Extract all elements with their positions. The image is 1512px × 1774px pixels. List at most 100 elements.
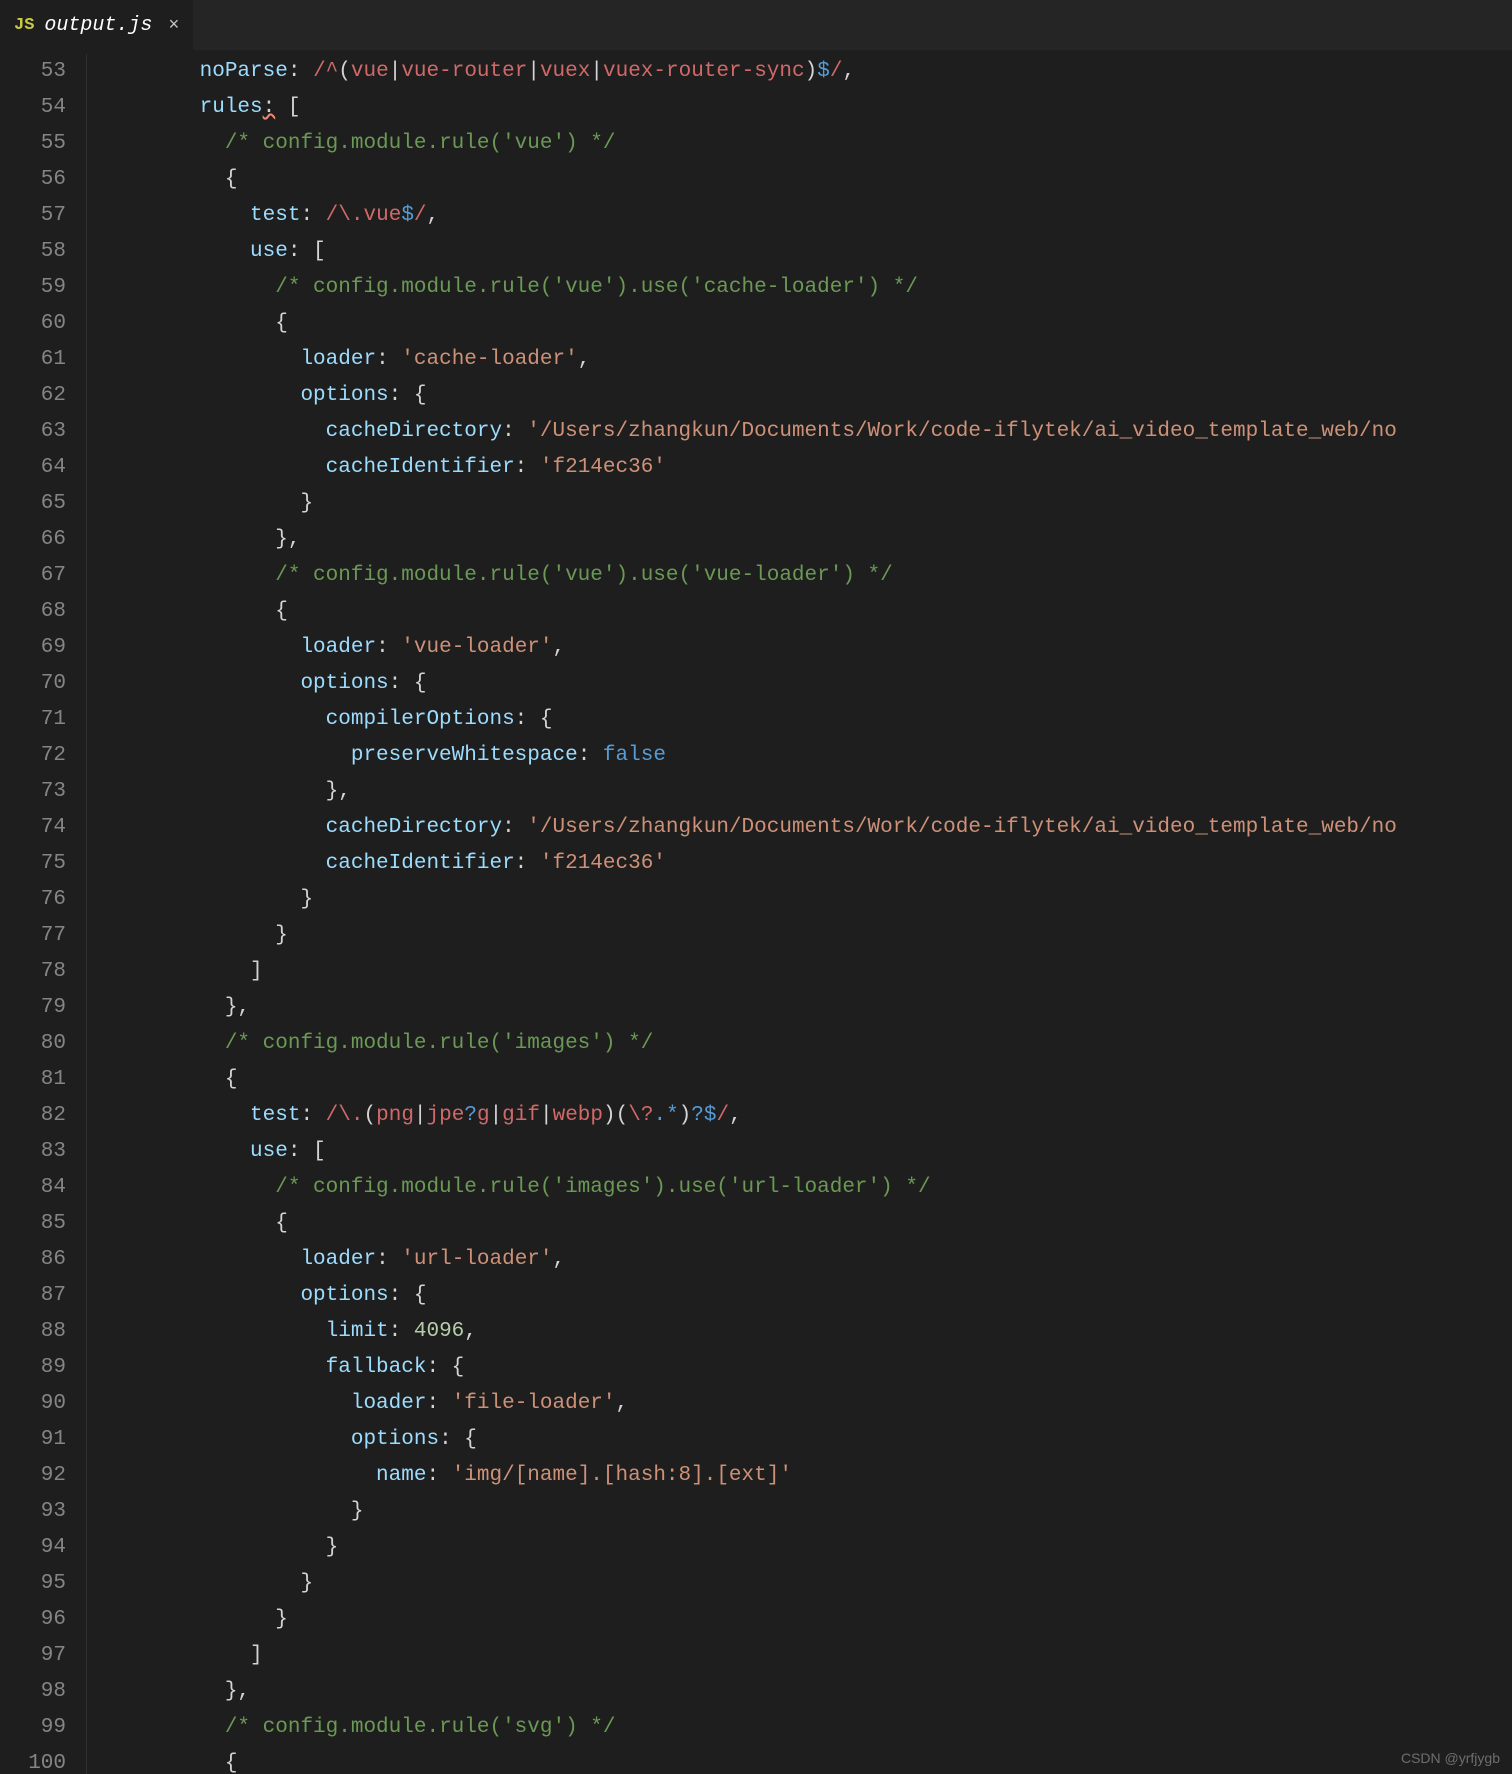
close-icon[interactable]: × xyxy=(168,16,179,36)
editor-tab[interactable]: JS output.js × xyxy=(0,0,193,50)
fold-column xyxy=(86,50,124,1774)
code-line[interactable]: loader: 'vue-loader', xyxy=(124,630,1512,666)
code-line[interactable]: /* config.module.rule('vue') */ xyxy=(124,126,1512,162)
line-number: 98 xyxy=(0,1674,66,1710)
line-number: 75 xyxy=(0,846,66,882)
code-line[interactable]: } xyxy=(124,486,1512,522)
code-line[interactable]: fallback: { xyxy=(124,1350,1512,1386)
line-number: 80 xyxy=(0,1026,66,1062)
code-line[interactable]: } xyxy=(124,1530,1512,1566)
line-number: 90 xyxy=(0,1386,66,1422)
code-line[interactable]: /* config.module.rule('images').use('url… xyxy=(124,1170,1512,1206)
line-number: 99 xyxy=(0,1710,66,1746)
line-number: 59 xyxy=(0,270,66,306)
line-number: 83 xyxy=(0,1134,66,1170)
code-line[interactable]: { xyxy=(124,1746,1512,1774)
code-line[interactable]: }, xyxy=(124,522,1512,558)
line-number: 100 xyxy=(0,1746,66,1774)
line-number: 61 xyxy=(0,342,66,378)
code-line[interactable]: ] xyxy=(124,954,1512,990)
code-line[interactable]: options: { xyxy=(124,378,1512,414)
code-line[interactable]: loader: 'cache-loader', xyxy=(124,342,1512,378)
line-number: 94 xyxy=(0,1530,66,1566)
code-line[interactable]: use: [ xyxy=(124,1134,1512,1170)
code-line[interactable]: { xyxy=(124,594,1512,630)
fold-guide xyxy=(86,54,87,1774)
editor-area: 5354555657585960616263646566676869707172… xyxy=(0,50,1512,1774)
tab-filename: output.js xyxy=(44,14,152,37)
line-number: 63 xyxy=(0,414,66,450)
code-line[interactable]: ] xyxy=(124,1638,1512,1674)
code-line[interactable]: }, xyxy=(124,774,1512,810)
code-line[interactable]: { xyxy=(124,306,1512,342)
code-line[interactable]: cacheIdentifier: 'f214ec36' xyxy=(124,846,1512,882)
code-line[interactable]: } xyxy=(124,882,1512,918)
code-line[interactable]: rules: [ xyxy=(124,90,1512,126)
line-number: 86 xyxy=(0,1242,66,1278)
code-line[interactable]: /* config.module.rule('images') */ xyxy=(124,1026,1512,1062)
line-number: 53 xyxy=(0,54,66,90)
line-number: 81 xyxy=(0,1062,66,1098)
line-number: 69 xyxy=(0,630,66,666)
line-number: 62 xyxy=(0,378,66,414)
code-area[interactable]: noParse: /^(vue|vue-router|vuex|vuex-rou… xyxy=(124,50,1512,1774)
line-number: 73 xyxy=(0,774,66,810)
code-line[interactable]: noParse: /^(vue|vue-router|vuex|vuex-rou… xyxy=(124,54,1512,90)
code-line[interactable]: limit: 4096, xyxy=(124,1314,1512,1350)
line-number: 67 xyxy=(0,558,66,594)
line-number: 70 xyxy=(0,666,66,702)
code-line[interactable]: } xyxy=(124,918,1512,954)
line-number: 92 xyxy=(0,1458,66,1494)
code-line[interactable]: }, xyxy=(124,1674,1512,1710)
code-line[interactable]: test: /\.vue$/, xyxy=(124,198,1512,234)
code-line[interactable]: options: { xyxy=(124,1422,1512,1458)
line-number: 57 xyxy=(0,198,66,234)
code-line[interactable]: options: { xyxy=(124,666,1512,702)
code-line[interactable]: /* config.module.rule('vue').use('cache-… xyxy=(124,270,1512,306)
code-line[interactable]: }, xyxy=(124,990,1512,1026)
line-number: 82 xyxy=(0,1098,66,1134)
line-number: 84 xyxy=(0,1170,66,1206)
line-number: 74 xyxy=(0,810,66,846)
code-line[interactable]: cacheDirectory: '/Users/zhangkun/Documen… xyxy=(124,414,1512,450)
code-line[interactable]: cacheDirectory: '/Users/zhangkun/Documen… xyxy=(124,810,1512,846)
line-number: 91 xyxy=(0,1422,66,1458)
line-number-gutter: 5354555657585960616263646566676869707172… xyxy=(0,50,86,1774)
code-line[interactable]: /* config.module.rule('vue').use('vue-lo… xyxy=(124,558,1512,594)
line-number: 54 xyxy=(0,90,66,126)
code-line[interactable]: preserveWhitespace: false xyxy=(124,738,1512,774)
line-number: 60 xyxy=(0,306,66,342)
code-line[interactable]: loader: 'url-loader', xyxy=(124,1242,1512,1278)
code-line[interactable]: options: { xyxy=(124,1278,1512,1314)
line-number: 87 xyxy=(0,1278,66,1314)
code-line[interactable]: compilerOptions: { xyxy=(124,702,1512,738)
line-number: 65 xyxy=(0,486,66,522)
code-line[interactable]: name: 'img/[name].[hash:8].[ext]' xyxy=(124,1458,1512,1494)
code-line[interactable]: cacheIdentifier: 'f214ec36' xyxy=(124,450,1512,486)
code-line[interactable]: /* config.module.rule('svg') */ xyxy=(124,1710,1512,1746)
line-number: 77 xyxy=(0,918,66,954)
line-number: 56 xyxy=(0,162,66,198)
code-line[interactable]: } xyxy=(124,1566,1512,1602)
line-number: 58 xyxy=(0,234,66,270)
code-line[interactable]: } xyxy=(124,1494,1512,1530)
line-number: 93 xyxy=(0,1494,66,1530)
line-number: 95 xyxy=(0,1566,66,1602)
js-file-icon: JS xyxy=(14,16,34,35)
tab-bar: JS output.js × xyxy=(0,0,1512,50)
code-line[interactable]: } xyxy=(124,1602,1512,1638)
code-line[interactable]: { xyxy=(124,162,1512,198)
code-line[interactable]: loader: 'file-loader', xyxy=(124,1386,1512,1422)
line-number: 97 xyxy=(0,1638,66,1674)
line-number: 76 xyxy=(0,882,66,918)
line-number: 55 xyxy=(0,126,66,162)
line-number: 88 xyxy=(0,1314,66,1350)
watermark: CSDN @yrfjygb xyxy=(1401,1750,1500,1766)
code-line[interactable]: { xyxy=(124,1206,1512,1242)
line-number: 71 xyxy=(0,702,66,738)
line-number: 64 xyxy=(0,450,66,486)
line-number: 66 xyxy=(0,522,66,558)
code-line[interactable]: { xyxy=(124,1062,1512,1098)
code-line[interactable]: test: /\.(png|jpe?g|gif|webp)(\?.*)?$/, xyxy=(124,1098,1512,1134)
code-line[interactable]: use: [ xyxy=(124,234,1512,270)
